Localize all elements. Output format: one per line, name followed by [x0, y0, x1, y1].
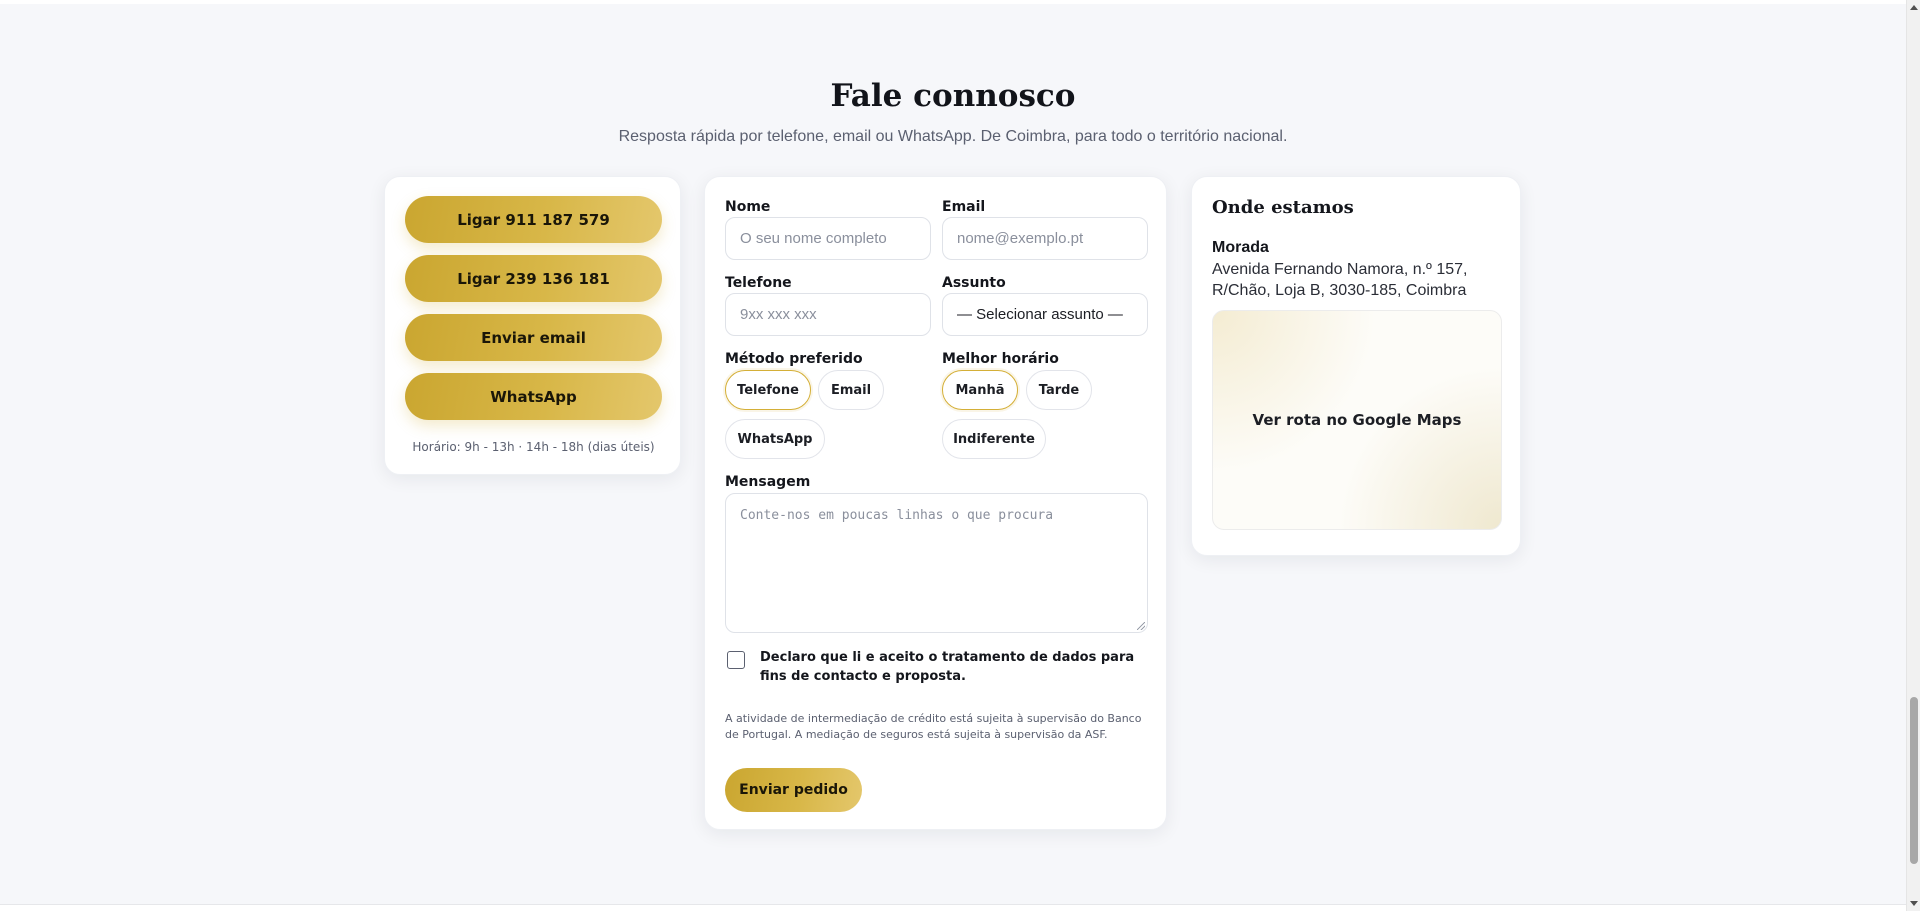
map-link-box[interactable]: Ver rota no Google Maps	[1212, 310, 1502, 530]
address-label: Morada	[1212, 239, 1269, 256]
google-maps-link[interactable]: Ver rota no Google Maps	[1253, 411, 1462, 429]
page-scrollbar[interactable]	[1906, 0, 1920, 911]
bottom-edge	[0, 904, 1906, 911]
legal-disclaimer: A atividade de intermediação de crédito …	[725, 712, 1142, 741]
opening-hours: Horário: 9h - 13h · 14h - 18h (dias útei…	[412, 440, 655, 454]
location-title: Onde estamos	[1212, 197, 1354, 218]
email-input[interactable]: nome@exemplo.pt	[942, 217, 1148, 260]
scrollbar-thumb[interactable]	[1910, 697, 1918, 864]
consent-text: Declaro que li e aceito o tratamento de …	[760, 650, 1135, 684]
method-label: Método preferido	[725, 351, 863, 367]
whatsapp-button[interactable]: WhatsApp	[405, 373, 662, 420]
section-subtitle: Resposta rápida por telefone, email ou W…	[618, 128, 1288, 145]
resize-handle-icon[interactable]	[1137, 622, 1145, 630]
scroll-up-arrow-icon[interactable]	[1910, 5, 1918, 10]
scroll-down-arrow-icon[interactable]	[1910, 901, 1918, 906]
subject-select[interactable]: — Selecionar assunto —	[942, 293, 1148, 336]
submit-button[interactable]: Enviar pedido	[725, 768, 862, 812]
method-chip-telefone[interactable]: Telefone	[725, 370, 811, 410]
address-text: Avenida Fernando Namora, n.º 157, R/Chão…	[1212, 261, 1468, 299]
subject-label: Assunto	[942, 275, 1006, 291]
time-chip-tarde[interactable]: Tarde	[1026, 370, 1092, 410]
time-label: Melhor horário	[942, 351, 1059, 367]
call-mobile-button[interactable]: Ligar 911 187 579	[405, 196, 662, 243]
top-edge	[0, 0, 1906, 4]
time-chip-indiferente[interactable]: Indiferente	[942, 419, 1046, 459]
method-chip-email[interactable]: Email	[818, 370, 884, 410]
time-chip-manha[interactable]: Manhã	[942, 370, 1018, 410]
name-label: Nome	[725, 199, 771, 215]
email-label: Email	[942, 199, 986, 215]
phone-label: Telefone	[725, 275, 792, 291]
section-title: Fale connosco	[830, 78, 1076, 114]
message-textarea[interactable]: Conte-nos em poucas linhas o que procura	[725, 493, 1148, 633]
contact-form: Nome O seu nome completo Email nome@exem…	[704, 176, 1167, 830]
send-email-button[interactable]: Enviar email	[405, 314, 662, 361]
contact-card: Ligar 911 187 579 Ligar 239 136 181 Envi…	[384, 176, 681, 475]
message-placeholder: Conte-nos em poucas linhas o que procura	[740, 508, 1054, 523]
method-chip-whatsapp[interactable]: WhatsApp	[725, 419, 825, 459]
message-label: Mensagem	[725, 474, 811, 490]
consent-checkbox[interactable]	[727, 651, 745, 669]
location-card: Onde estamos Morada Avenida Fernando Nam…	[1191, 176, 1521, 556]
name-input[interactable]: O seu nome completo	[725, 217, 931, 260]
call-landline-button[interactable]: Ligar 239 136 181	[405, 255, 662, 302]
phone-input[interactable]: 9xx xxx xxx	[725, 293, 931, 336]
